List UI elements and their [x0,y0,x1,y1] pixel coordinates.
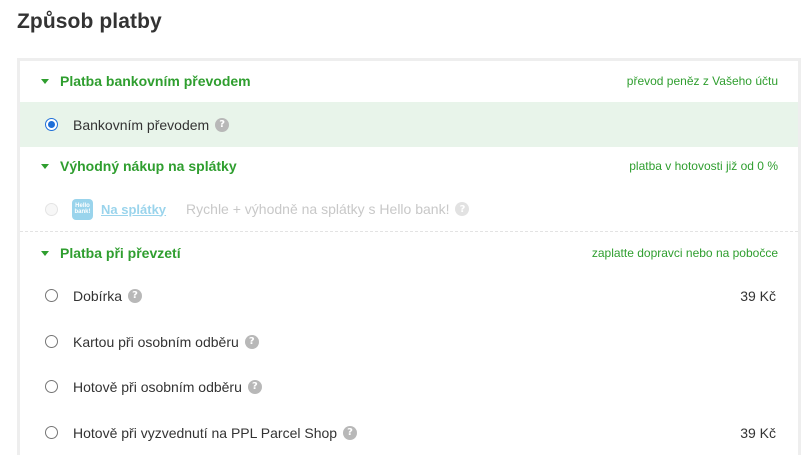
help-icon[interactable]: ? [343,425,358,440]
help-icon[interactable]: ? [247,379,262,394]
option-label: Hotově při osobním odběru [73,378,242,395]
help-icon[interactable]: ? [244,334,259,349]
option-label: Hotově při vyzvednutí na PPL Parcel Shop [73,424,338,441]
option-label: Bankovním převodem [73,116,210,133]
radio-bank-transfer[interactable] [45,118,58,131]
group-note: převod peněz z Vašeho účtu [626,74,778,88]
radio-cash-at-pickup[interactable] [45,380,58,393]
radio-card-at-pickup[interactable] [45,335,58,348]
page-title: Způsob platby [17,10,162,33]
installments-brand-link[interactable]: Na splátky [101,202,166,217]
group-note: zaplatte dopravci nebo na pobočce [591,246,778,260]
option-label: Dobírka [73,287,123,304]
group-header-bank-transfer[interactable]: Platba bankovním převodem převod peněz z… [20,61,798,101]
hello-bank-logo: Hello bank! [72,198,93,220]
option-cash-on-delivery[interactable]: Dobírka ? 39 Kč [20,273,798,318]
radio-cash-on-delivery[interactable] [45,289,58,302]
group-header-cash-on-delivery[interactable]: Platba při převzetí zaplatte dopravci ne… [20,233,798,273]
help-icon[interactable]: ? [455,202,470,216]
group-note: platba v hotovosti již od 0 % [629,159,778,173]
group-title: Platba při převzetí [60,245,181,261]
option-label: Kartou při osobním odběru [73,333,239,350]
caret-down-icon [41,163,49,169]
option-bank-transfer[interactable]: Bankovním převodem ? [20,102,798,147]
radio-ppl-parcel-shop[interactable] [45,426,58,439]
help-icon[interactable]: ? [128,288,143,303]
group-title: Výhodný nákup na splátky [60,158,237,174]
option-price: 39 Kč [740,424,776,441]
option-cash-at-pickup[interactable]: Hotově při osobním odběru ? [20,364,798,409]
option-card-at-pickup[interactable]: Kartou při osobním odběru ? [20,319,798,364]
option-ppl-parcel-shop[interactable]: Hotově při vyzvednutí na PPL Parcel Shop… [20,410,798,455]
option-label: Rychle + výhodně na splátky s Hello bank… [186,201,450,217]
caret-down-icon [41,250,49,256]
group-title: Platba bankovním převodem [60,73,251,89]
payment-methods-panel: Platba bankovním převodem převod peněz z… [17,58,801,455]
group-header-installments[interactable]: Výhodný nákup na splátky platba v hotovo… [20,146,798,186]
radio-installments[interactable] [45,202,58,216]
help-icon[interactable]: ? [215,117,230,132]
option-installments[interactable]: Hello bank! Na splátky Rychle + výhodně … [20,187,798,232]
caret-down-icon [41,78,49,84]
option-price: 39 Kč [740,287,776,304]
